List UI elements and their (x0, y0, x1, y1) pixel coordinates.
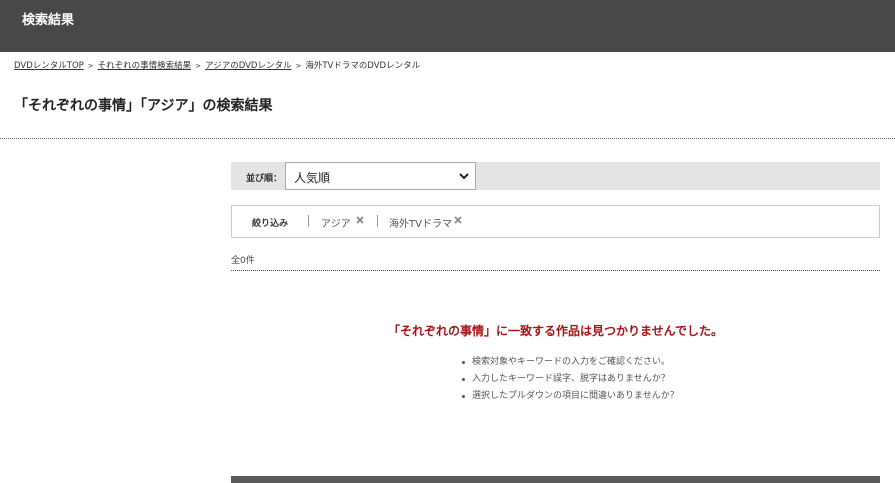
breadcrumb-current: 海外TVドラマのDVDレンタル (305, 61, 421, 71)
list-item: 選択したプルダウンの項目に間違いありませんか？ (462, 388, 679, 405)
header-bar: 検索結果 (0, 0, 895, 52)
breadcrumb: DVDレンタルTOP > それぞれの事情検索結果 > アジアのDVDレンタル > 海外TVド… (14, 59, 420, 71)
filter-chip-asia-label: アジア (321, 219, 351, 230)
breadcrumb-separator: > (195, 62, 202, 70)
filter-separator (377, 215, 378, 227)
breadcrumb-separator: > (87, 62, 94, 70)
section-bar (231, 476, 880, 483)
page-title: 「それぞれの事情」「アジア」の検索結果 (14, 98, 273, 114)
sort-label: 並び順： (246, 174, 283, 184)
header-title: 検索結果 (22, 13, 75, 28)
filter-chip-drama-label: 海外TVドラマ (389, 219, 452, 230)
sort-selected-value: 人気順 (294, 171, 331, 185)
breadcrumb-link-top[interactable]: DVDレンタルTOP (14, 61, 84, 71)
no-results-message: 「それぞれの事情」に一致する作品は見つかりませんでした。 (387, 324, 724, 338)
breadcrumb-link-asia[interactable]: アジアのDVDレンタル (205, 61, 291, 71)
list-item: 検索対象やキーワードの入力をご確認ください。 (462, 354, 679, 371)
result-count: 全0件 (231, 256, 255, 266)
breadcrumb-link-search[interactable]: それぞれの事情検索結果 (98, 61, 192, 71)
divider (0, 138, 895, 139)
no-results-tips: 検索対象やキーワードの入力をご確認ください。 入力したキーワード誤字、脱字はあり… (462, 354, 679, 405)
chevron-down-icon (459, 173, 469, 180)
close-icon[interactable] (453, 215, 463, 225)
list-item: 入力したキーワード誤字、脱字はありませんか？ (462, 371, 679, 388)
results-divider (231, 270, 880, 271)
filter-label: 絞り込み (252, 219, 289, 229)
filter-separator (308, 215, 309, 227)
breadcrumb-separator: > (295, 62, 302, 70)
sort-bar: 並び順： 人気順 (231, 162, 880, 190)
sort-select[interactable]: 人気順 (285, 162, 476, 190)
close-icon[interactable] (355, 215, 365, 225)
filter-bar: 絞り込み アジア 海外TVドラマ (231, 205, 880, 238)
